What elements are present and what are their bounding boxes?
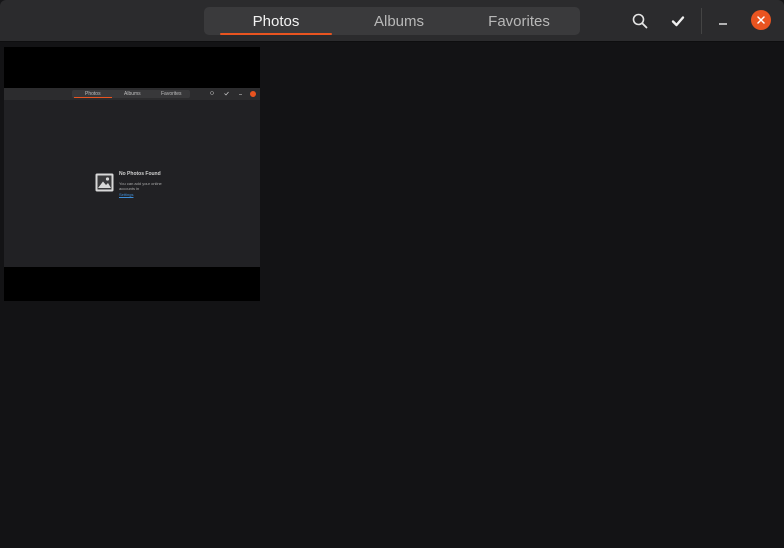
tab-albums[interactable]: Albums [340,7,458,35]
header-separator [701,8,702,34]
tab-favorites-label: Favorites [488,12,550,30]
preview-minimize-icon [239,94,242,95]
preview-tab-underline [74,97,112,98]
search-icon [632,13,648,29]
photo-thumbnail[interactable]: Photos Albums Favorites No Photos Found … [4,47,260,301]
preview-settings-link: Settings [119,192,134,197]
select-button[interactable] [664,8,692,34]
tab-albums-label: Albums [373,12,425,30]
photos-window: Photos Albums Favorites Photos Albums Fa… [0,0,784,548]
close-icon [757,16,765,24]
minimize-icon [719,23,727,25]
screenshot-preview: Photos Albums Favorites No Photos Found … [4,88,260,267]
close-button[interactable] [751,10,771,30]
minimize-button[interactable] [709,8,737,34]
view-switcher: Photos Albums Favorites [204,7,580,35]
checkmark-icon [671,16,685,27]
header-bar: Photos Albums Favorites [0,0,784,42]
preview-checkmark-icon [224,91,229,96]
preview-tab-albums: Albums [124,91,141,97]
preview-search-icon [210,91,214,95]
preview-tabs: Photos Albums Favorites [72,90,190,98]
tab-favorites[interactable]: Favorites [458,7,580,35]
photo-grid: Photos Albums Favorites No Photos Found … [0,43,784,548]
image-placeholder-icon [95,173,114,192]
preview-close-icon [250,91,256,97]
search-button[interactable] [626,8,654,34]
preview-header: Photos Albums Favorites [4,88,260,100]
active-tab-indicator [220,33,332,35]
preview-tab-favorites: Favorites [161,91,182,97]
tab-photos-label: Photos [252,12,300,30]
preview-empty-title: No Photos Found [119,171,161,177]
tab-photos[interactable]: Photos [212,7,340,35]
preview-empty-text: You can add your online accounts in [119,181,162,191]
